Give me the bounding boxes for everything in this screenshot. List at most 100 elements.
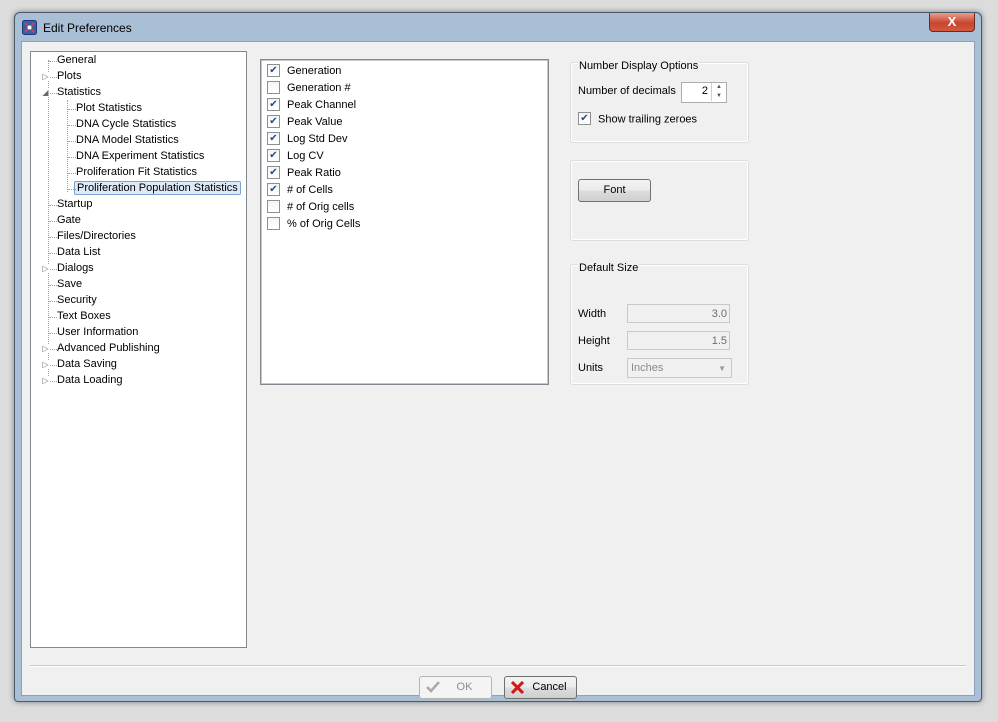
checkbox-checked-icon[interactable]: ✔ <box>267 182 280 196</box>
tree-item[interactable]: Security <box>55 293 99 308</box>
default-size-group: Default Size Width 3.0 Height 1.5 Units … <box>570 262 749 385</box>
checkbox-checked-icon[interactable]: ✔ <box>267 165 280 179</box>
tree-item[interactable]: Statistics <box>55 85 103 100</box>
edit-preferences-window: Edit Preferences X General Plots ▷ Statisti… <box>14 12 982 702</box>
tree-item[interactable]: Gate <box>55 213 83 228</box>
units-value: Inches <box>631 362 664 374</box>
statistic-checkbox[interactable]: ✔ Generation <box>267 63 341 79</box>
tree-item[interactable]: Data Loading <box>55 373 124 388</box>
tree-connector <box>49 317 57 318</box>
tree-item[interactable]: Proliferation Fit Statistics <box>74 165 199 180</box>
expand-arrow-icon[interactable]: ▷ <box>41 376 50 385</box>
close-button[interactable]: X <box>929 13 975 32</box>
tree-item[interactable]: Files/Directories <box>55 229 138 244</box>
statistic-checkbox[interactable]: # of Orig cells <box>267 199 354 215</box>
statistic-label: Peak Value <box>287 116 343 128</box>
checkmark-icon <box>426 681 440 693</box>
checkbox-checked-icon[interactable]: ✔ <box>267 148 280 162</box>
checkbox-checked-icon[interactable]: ✔ <box>267 114 280 128</box>
expand-arrow-icon[interactable]: ▷ <box>41 264 50 273</box>
statistics-checklist[interactable]: ✔ Generation Generation # ✔ Peak Channel ✔ Pea… <box>260 59 549 385</box>
expand-arrow-icon[interactable]: ▷ <box>41 360 50 369</box>
statistic-label: % of Orig Cells <box>287 218 361 230</box>
tree-item-label: Plot Statistics <box>76 102 143 114</box>
trailing-zeroes-label: Show trailing zeroes <box>598 113 698 126</box>
statistic-label: Peak Ratio <box>287 167 341 179</box>
tree-item-label: DNA Experiment Statistics <box>76 150 205 162</box>
tree-item[interactable]: Dialogs <box>55 261 96 276</box>
decimals-value: 2 <box>701 85 708 97</box>
tree-connector <box>49 205 57 206</box>
statistic-checkbox[interactable]: % of Orig Cells <box>267 216 360 232</box>
checkbox-checked-icon[interactable]: ✔ <box>267 63 280 77</box>
tree-item[interactable]: General <box>55 53 98 68</box>
tree-item[interactable]: Advanced Publishing <box>55 341 162 356</box>
tree-item-label: Proliferation Fit Statistics <box>76 166 198 178</box>
collapse-arrow-icon[interactable]: ◢ <box>41 88 50 97</box>
cancel-button[interactable]: Cancel <box>504 676 577 699</box>
decimals-spinner[interactable]: 2 ▲ ▼ <box>681 82 727 103</box>
statistic-checkbox[interactable]: ✔ Peak Value <box>267 114 342 130</box>
statistic-checkbox[interactable]: ✔ Log CV <box>267 148 324 164</box>
trailing-zeroes-check-icon[interactable]: ✔ <box>578 112 591 125</box>
tree-item-label: Data Saving <box>57 358 117 370</box>
height-field[interactable]: 1.5 <box>627 331 730 350</box>
tree-item[interactable]: User Information <box>55 325 140 340</box>
dialog-client-area: General Plots ▷ Statistics ◢ Plot Statistics D… <box>21 41 975 699</box>
tree-item-label: Gate <box>57 214 81 226</box>
statistic-checkbox[interactable]: Generation # <box>267 80 351 96</box>
checkbox-unchecked-icon[interactable] <box>267 216 280 230</box>
tree-connector <box>49 381 57 382</box>
statistic-checkbox[interactable]: ✔ Peak Ratio <box>267 165 341 181</box>
tree-item[interactable]: Data List <box>55 245 102 260</box>
checkbox-unchecked-icon[interactable] <box>267 199 280 213</box>
preferences-tree[interactable]: General Plots ▷ Statistics ◢ Plot Statistics D… <box>30 51 247 648</box>
spin-up-icon[interactable]: ▲ <box>711 83 726 92</box>
tree-item-label: Proliferation Population Statistics <box>74 181 241 195</box>
tree-item[interactable]: Save <box>55 277 84 292</box>
statistic-checkbox[interactable]: ✔ Peak Channel <box>267 97 356 113</box>
statistic-checkbox[interactable]: ✔ Log Std Dev <box>267 131 348 147</box>
width-label: Width <box>578 308 607 320</box>
statistic-label: Generation # <box>287 82 351 94</box>
spin-down-icon[interactable]: ▼ <box>711 92 726 101</box>
tree-item-label: Files/Directories <box>57 230 136 242</box>
tree-item-label: Dialogs <box>57 262 94 274</box>
statistic-label: # of Orig cells <box>287 201 355 213</box>
tree-item[interactable]: Text Boxes <box>55 309 113 324</box>
tree-item[interactable]: Startup <box>55 197 94 212</box>
statistic-label: # of Cells <box>287 184 333 196</box>
footer-divider <box>30 665 966 667</box>
expand-arrow-icon[interactable]: ▷ <box>41 72 50 81</box>
tree-item[interactable]: Plot Statistics <box>74 101 144 116</box>
tree-item-label: Data List <box>57 246 101 258</box>
statistic-label: Log Std Dev <box>287 133 348 145</box>
width-field[interactable]: 3.0 <box>627 304 730 323</box>
tree-item-label: DNA Cycle Statistics <box>76 118 177 130</box>
tree-item[interactable]: DNA Experiment Statistics <box>74 149 206 164</box>
title-bar[interactable]: Edit Preferences X <box>15 13 981 41</box>
tree-item[interactable]: Plots <box>55 69 83 84</box>
checkbox-checked-icon[interactable]: ✔ <box>267 97 280 111</box>
ok-button[interactable]: OK <box>419 676 492 699</box>
font-button[interactable]: Font <box>578 179 651 202</box>
expand-arrow-icon[interactable]: ▷ <box>41 344 50 353</box>
tree-item[interactable]: DNA Model Statistics <box>74 133 181 148</box>
checkbox-unchecked-icon[interactable] <box>267 80 280 94</box>
tree-item[interactable]: DNA Cycle Statistics <box>74 117 178 132</box>
tree-connector <box>49 93 57 94</box>
checkbox-checked-icon[interactable]: ✔ <box>267 131 280 145</box>
tree-item-label: User Information <box>57 326 139 338</box>
tree-item-label: DNA Model Statistics <box>76 134 179 146</box>
trailing-zeroes-checkbox[interactable]: ✔ Show trailing zeroes <box>578 112 698 126</box>
tree-connector <box>49 61 57 62</box>
ok-label: OK <box>456 681 473 693</box>
units-select[interactable]: Inches ▼ <box>627 358 732 378</box>
tree-connector <box>68 173 76 174</box>
tree-item[interactable]: Proliferation Population Statistics <box>74 181 241 196</box>
tree-guide-line <box>48 60 49 380</box>
tree-item[interactable]: Data Saving <box>55 357 119 372</box>
statistic-checkbox[interactable]: ✔ # of Cells <box>267 182 333 198</box>
tree-connector <box>68 157 76 158</box>
tree-item-label: Security <box>57 294 97 306</box>
